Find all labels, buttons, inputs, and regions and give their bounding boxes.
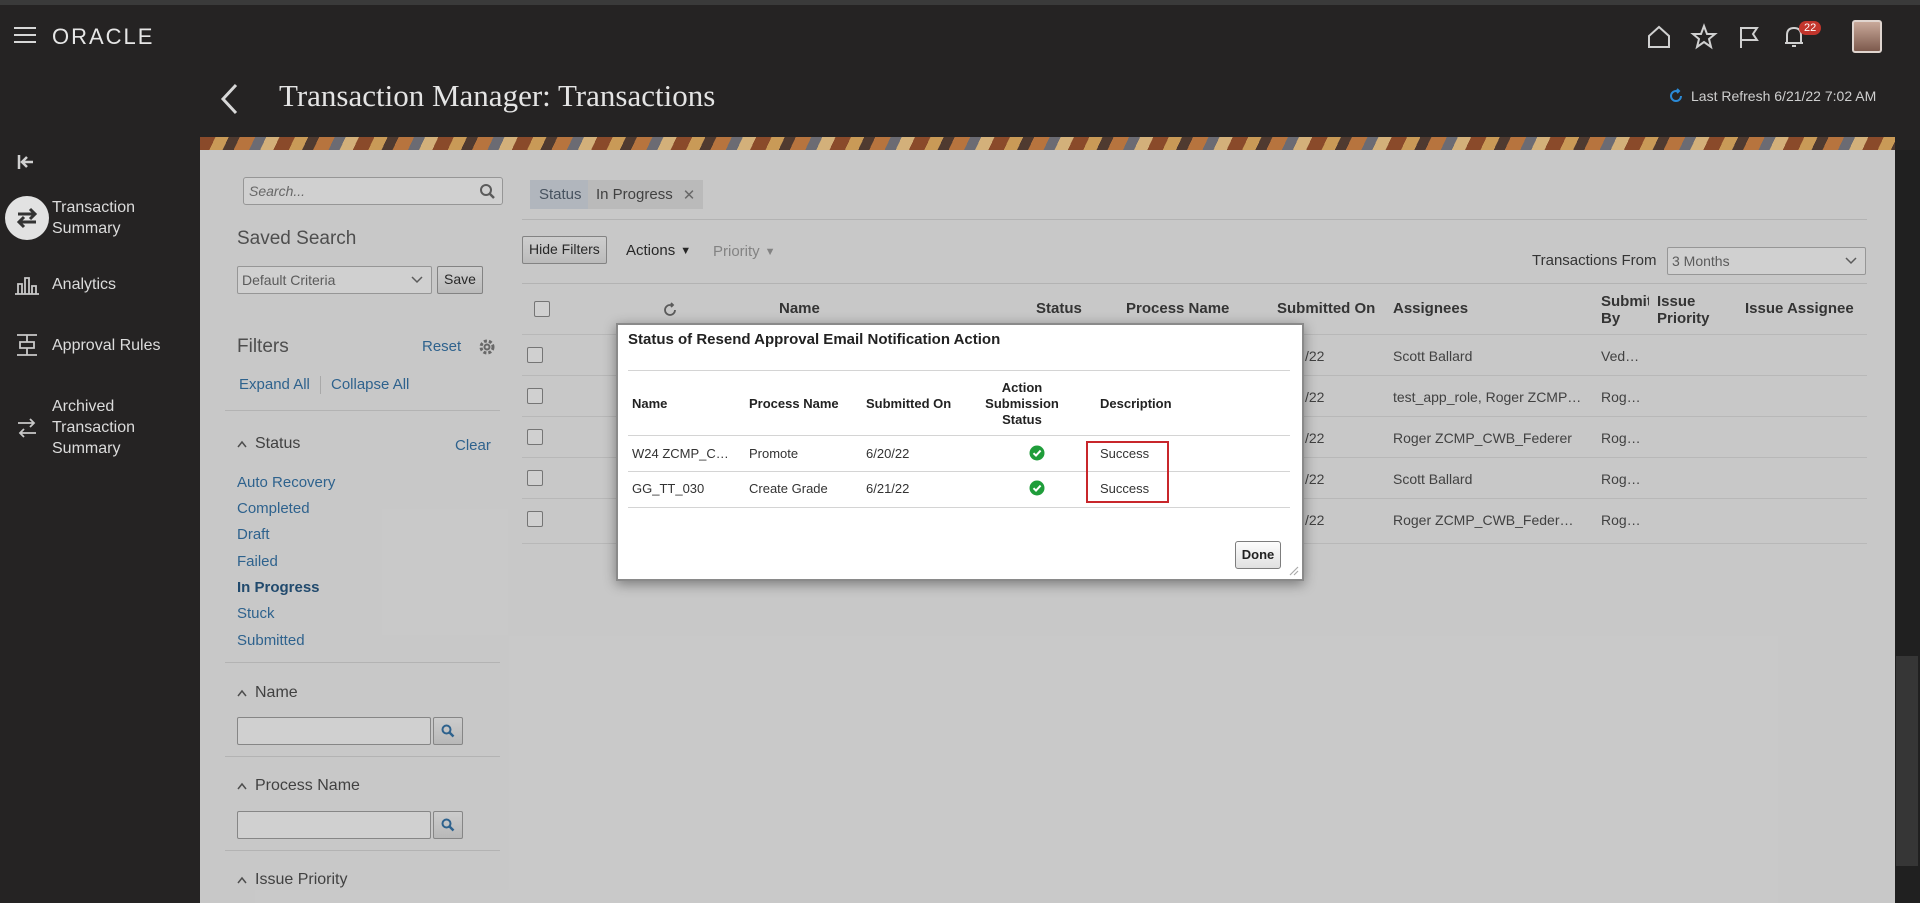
nav-transaction-summary[interactable]: Transaction Summary bbox=[0, 196, 200, 240]
success-check-icon bbox=[1029, 480, 1045, 496]
top-bar: ORACLE 22 bbox=[0, 0, 1920, 64]
resize-handle-icon[interactable] bbox=[1287, 564, 1299, 576]
collapse-panel-icon[interactable] bbox=[16, 152, 36, 172]
nav-approval-rules[interactable]: Approval Rules bbox=[0, 323, 200, 367]
back-arrow-icon[interactable] bbox=[218, 82, 242, 116]
divider bbox=[628, 471, 1290, 472]
approval-rules-icon bbox=[5, 323, 49, 367]
dialog-cell-submitted-on: 6/21/22 bbox=[866, 481, 910, 496]
menu-icon[interactable] bbox=[14, 27, 36, 45]
flag-icon[interactable] bbox=[1735, 23, 1763, 51]
decorative-banner bbox=[200, 137, 1895, 150]
page-title: Transaction Manager: Transactions bbox=[279, 78, 716, 113]
user-avatar[interactable] bbox=[1852, 20, 1882, 53]
swap-arrows-icon bbox=[5, 196, 49, 240]
nav-archived-transaction-summary[interactable]: Archived Transaction Summary bbox=[0, 396, 200, 459]
done-button[interactable]: Done bbox=[1235, 541, 1281, 569]
nav-label: Approval Rules bbox=[52, 336, 161, 354]
dialog-col-action-status-line: Submission bbox=[985, 396, 1059, 411]
dialog-col-action-status: Action Submission Status bbox=[974, 380, 1070, 428]
home-icon[interactable] bbox=[1645, 23, 1673, 51]
dialog-cell-process-name: Promote bbox=[749, 446, 799, 461]
oracle-logo: ORACLE bbox=[52, 24, 155, 49]
nav-label: Analytics bbox=[52, 275, 117, 293]
nav-label: Transaction Summary bbox=[52, 199, 135, 237]
resend-status-dialog: Status of Resend Approval Email Notifica… bbox=[616, 323, 1304, 581]
dialog-col-description: Description bbox=[1100, 396, 1172, 411]
dialog-col-submitted-on: Submitted On bbox=[866, 396, 952, 411]
divider bbox=[628, 435, 1290, 436]
nav-analytics[interactable]: Analytics bbox=[0, 262, 200, 306]
success-check-icon bbox=[1029, 445, 1045, 461]
favorites-star-icon[interactable] bbox=[1690, 23, 1718, 51]
dialog-cell-submitted-on: 6/20/22 bbox=[866, 446, 910, 461]
dialog-col-action-status-line: Status bbox=[1002, 412, 1042, 427]
scrollbar-thumb[interactable] bbox=[1896, 656, 1918, 866]
dialog-cell-name: GG_TT_030 bbox=[632, 481, 705, 496]
dialog-cell-name: W24 ZCMP_C… bbox=[632, 446, 729, 461]
dialog-col-name: Name bbox=[632, 396, 668, 411]
notification-count-badge: 22 bbox=[1799, 21, 1822, 35]
last-refresh[interactable]: Last Refresh 6/21/22 7:02 AM bbox=[1668, 88, 1876, 104]
dialog-cell-process-name: Create Grade bbox=[749, 481, 828, 496]
divider bbox=[628, 507, 1290, 508]
last-refresh-text: Last Refresh 6/21/22 7:02 AM bbox=[1691, 88, 1877, 104]
analytics-icon bbox=[5, 262, 49, 306]
archive-icon bbox=[5, 406, 49, 450]
refresh-icon[interactable] bbox=[1668, 88, 1684, 104]
dialog-title: Status of Resend Approval Email Notifica… bbox=[628, 331, 1001, 348]
nav-label: Archived Transaction Summary bbox=[52, 398, 135, 457]
left-navigation bbox=[0, 64, 200, 903]
dialog-col-action-status-line: Action bbox=[1001, 380, 1043, 395]
highlight-annotation-box bbox=[1086, 441, 1169, 503]
divider bbox=[628, 370, 1290, 371]
dialog-col-process-name: Process Name bbox=[749, 396, 839, 411]
